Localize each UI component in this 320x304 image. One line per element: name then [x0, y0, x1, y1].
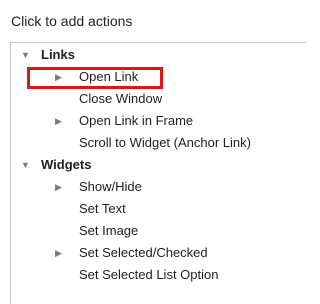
collapsed-triangle-icon[interactable]: ▶ — [55, 242, 62, 264]
tree-item-label: Open Link — [79, 69, 139, 84]
tree-item-scroll-to-widget[interactable]: Scroll to Widget (Anchor Link) — [11, 132, 307, 154]
tree-item-label: Scroll to Widget (Anchor Link) — [79, 135, 251, 150]
tree-group-label: Widgets — [41, 157, 92, 172]
collapsed-triangle-icon[interactable]: ▶ — [55, 176, 62, 198]
actions-tree[interactable]: ▼ Links ▶ Open Link Close Window ▶ Open … — [10, 42, 307, 304]
tree-item-label: Set Text — [79, 201, 126, 216]
tree-group-widgets[interactable]: ▼ Widgets — [11, 154, 307, 176]
tree-item-label: Open Link in Frame — [79, 113, 194, 128]
tree-item-set-image[interactable]: Set Image — [11, 220, 307, 242]
tree-item-set-text[interactable]: Set Text — [11, 198, 307, 220]
tree-item-show-hide[interactable]: ▶ Show/Hide — [11, 176, 307, 198]
tree-item-label: Set Selected/Checked — [79, 245, 208, 260]
tree-item-open-link-in-frame[interactable]: ▶ Open Link in Frame — [11, 110, 307, 132]
tree-item-set-selected-list-option[interactable]: Set Selected List Option — [11, 264, 307, 286]
tree-item-label: Show/Hide — [79, 179, 142, 194]
tree-item-label: Set Selected List Option — [79, 267, 219, 282]
tree-item-open-link[interactable]: ▶ Open Link — [11, 66, 307, 88]
tree-item-label: Set Image — [79, 223, 139, 238]
expanded-triangle-icon[interactable]: ▼ — [21, 154, 30, 176]
tree-group-label: Links — [41, 47, 75, 62]
tree-item-label: Close Window — [79, 91, 163, 106]
tree-item-set-selected-checked[interactable]: ▶ Set Selected/Checked — [11, 242, 307, 264]
collapsed-triangle-icon[interactable]: ▶ — [55, 66, 62, 88]
panel-title: Click to add actions — [11, 13, 133, 29]
tree-item-close-window[interactable]: Close Window — [11, 88, 307, 110]
expanded-triangle-icon[interactable]: ▼ — [21, 44, 30, 66]
collapsed-triangle-icon[interactable]: ▶ — [55, 110, 62, 132]
tree-group-links[interactable]: ▼ Links — [11, 44, 307, 66]
